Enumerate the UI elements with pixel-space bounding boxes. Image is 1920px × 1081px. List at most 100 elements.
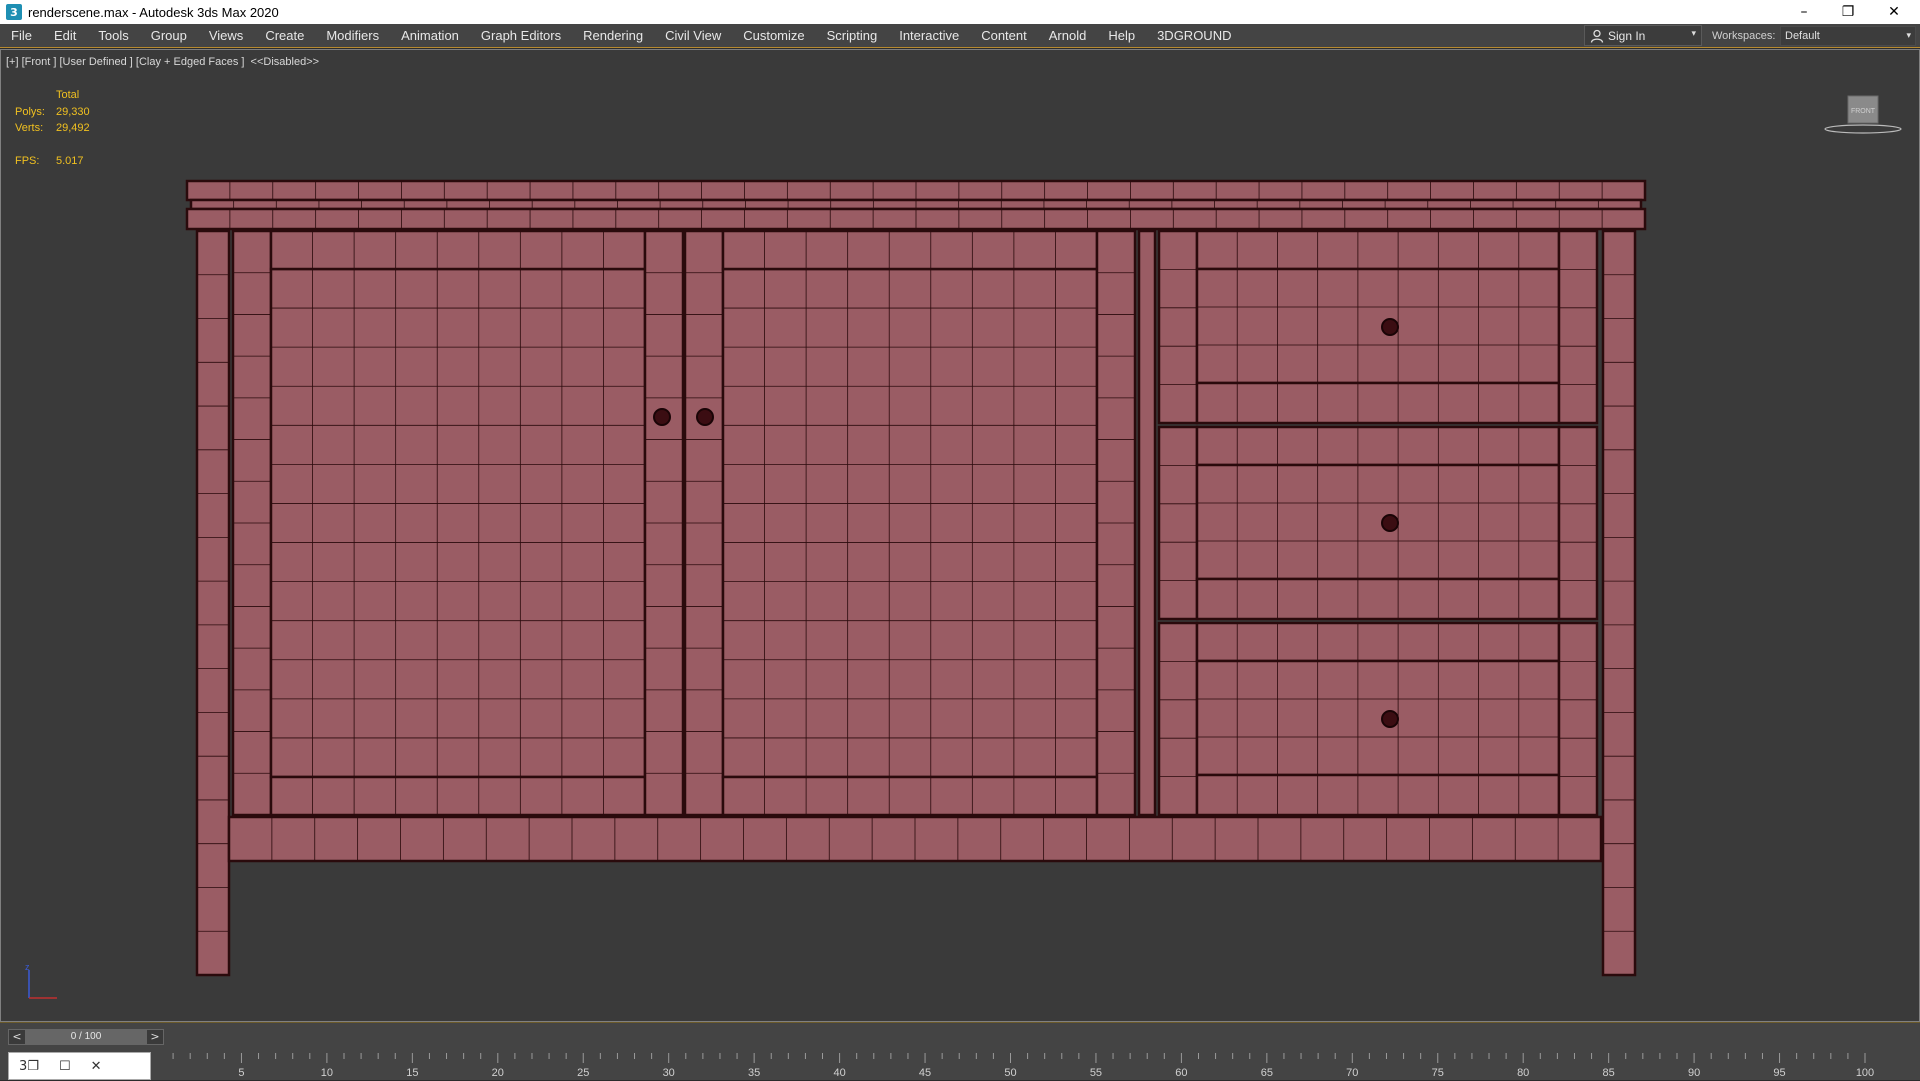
- menu-3dground[interactable]: 3DGROUND: [1146, 24, 1242, 48]
- minimized-window-bar: 3❐ ☐ ✕: [8, 1052, 151, 1080]
- right-door-inner-stile: [683, 229, 725, 817]
- title-bar: 3 renderscene.max - Autodesk 3ds Max 202…: [0, 0, 1920, 24]
- time-slider-value[interactable]: 0 / 100: [25, 1030, 147, 1044]
- 3dsmax-app-icon[interactable]: 3: [6, 4, 22, 20]
- previous-frame-button[interactable]: <: [9, 1030, 25, 1044]
- top-lower-slab: [185, 207, 1647, 231]
- timeline-tick-label: 80: [1517, 1067, 1529, 1079]
- menu-rendering[interactable]: Rendering: [572, 24, 654, 48]
- left-door-knob: [653, 408, 671, 426]
- right-leg: [1601, 229, 1637, 977]
- timeline-tick-label: 100: [1856, 1067, 1874, 1079]
- top-trim: [189, 198, 1643, 211]
- menu-scripting[interactable]: Scripting: [816, 24, 889, 48]
- drawer-3-panel: [1195, 659, 1561, 777]
- left-door-bottom-rail: [269, 775, 647, 817]
- timeline-tick-label: 45: [919, 1067, 931, 1079]
- drawer-3-left-stile: [1157, 621, 1199, 817]
- bottom-rail: [227, 815, 1603, 863]
- menu-modifiers[interactable]: Modifiers: [315, 24, 390, 48]
- drawer-1-panel: [1195, 267, 1561, 385]
- verts-value: 29,492: [56, 122, 90, 134]
- front-viewport[interactable]: [+] [Front ] [User Defined ] [Clay + Edg…: [0, 49, 1920, 1022]
- drawer-1-left-stile: [1157, 229, 1199, 425]
- drawer-1-top-rail: [1195, 229, 1561, 271]
- right-door-knob: [696, 408, 714, 426]
- timeline-tick-label: 25: [577, 1067, 589, 1079]
- viewcube-icon[interactable]: FRONT: [1823, 92, 1903, 136]
- timeline-tick-label: 40: [833, 1067, 845, 1079]
- polys-label: Polys:: [15, 106, 45, 118]
- sideboard-model[interactable]: [1, 50, 1920, 1022]
- fps-value: 5.017: [56, 155, 84, 167]
- timeline-tick-label: 65: [1261, 1067, 1273, 1079]
- restore-button[interactable]: ❐: [1826, 0, 1870, 24]
- drawer-2-left-stile: [1157, 425, 1199, 621]
- left-door-inner-stile: [643, 229, 685, 817]
- sign-in-label: Sign In: [1608, 28, 1646, 43]
- menu-edit[interactable]: Edit: [43, 24, 87, 48]
- timeline-tick-label: 55: [1090, 1067, 1102, 1079]
- menu-graph-editors[interactable]: Graph Editors: [470, 24, 572, 48]
- window-title: renderscene.max - Autodesk 3ds Max 2020: [28, 4, 279, 20]
- drawer-3-top-rail: [1195, 621, 1561, 663]
- timeline-tick-label: 85: [1603, 1067, 1615, 1079]
- minimize-button[interactable]: –: [1782, 0, 1826, 24]
- close-button[interactable]: ✕: [1872, 0, 1916, 24]
- menu-content[interactable]: Content: [970, 24, 1038, 48]
- chevron-down-icon[interactable]: ▾: [1691, 29, 1696, 39]
- menu-views[interactable]: Views: [198, 24, 254, 48]
- chevron-down-icon: ▾: [1906, 31, 1911, 41]
- menu-help[interactable]: Help: [1097, 24, 1146, 48]
- sign-in-button[interactable]: Sign In ▾: [1584, 25, 1702, 46]
- viewport-label-menu[interactable]: [+] [Front ] [User Defined ] [Clay + Edg…: [6, 56, 319, 68]
- menu-tools[interactable]: Tools: [87, 24, 139, 48]
- menu-group[interactable]: Group: [140, 24, 198, 48]
- verts-label: Verts:: [15, 122, 44, 134]
- maximize-icon[interactable]: ☐: [59, 1059, 71, 1074]
- viewcube-face-label: FRONT: [1851, 108, 1876, 115]
- timeline-track[interactable]: 5 10 15 20 25 30 35 40 45 50 55 60 65 70 75 80 85 90 95 100: [153, 1051, 1920, 1081]
- left-door-top-rail: [269, 229, 647, 271]
- right-door-top-rail: [721, 229, 1099, 271]
- menu-create[interactable]: Create: [254, 24, 315, 48]
- menu-animation[interactable]: Animation: [390, 24, 470, 48]
- next-frame-button[interactable]: >: [147, 1030, 163, 1044]
- drawer-2-right-stile: [1557, 425, 1599, 621]
- close-icon[interactable]: ✕: [91, 1059, 102, 1074]
- timeline-tick-label: 5: [238, 1067, 244, 1079]
- center-divider: [1137, 229, 1157, 817]
- menu-interactive[interactable]: Interactive: [888, 24, 970, 48]
- drawer-3-right-stile: [1557, 621, 1599, 817]
- time-slider[interactable]: < 0 / 100 >: [8, 1029, 164, 1045]
- drawer-3-knob: [1381, 710, 1399, 728]
- timeline-tick-label: 30: [663, 1067, 675, 1079]
- timeline-tick-label: 90: [1688, 1067, 1700, 1079]
- timeline-tick-label: 50: [1004, 1067, 1016, 1079]
- timeline-tick-label: 35: [748, 1067, 760, 1079]
- menu-file[interactable]: File: [0, 24, 43, 48]
- drawer-2-knob: [1381, 514, 1399, 532]
- timeline-tick-label: 75: [1432, 1067, 1444, 1079]
- drawer-2-panel: [1195, 463, 1561, 581]
- restore-app-icon[interactable]: 3❐: [19, 1059, 39, 1074]
- time-bar: < 0 / 100 > 5 10 15 20 25 30 35 40 45 50 55 60 65 70 7…: [0, 1022, 1920, 1080]
- drawer-3-bottom-rail: [1195, 773, 1561, 817]
- stats-header: Total: [56, 89, 80, 101]
- menu-civil-view[interactable]: Civil View: [654, 24, 732, 48]
- workspaces-value: Default: [1785, 30, 1820, 42]
- menu-customize[interactable]: Customize: [732, 24, 815, 48]
- timeline-tick-label: 10: [321, 1067, 333, 1079]
- timeline-tick-label: 70: [1346, 1067, 1358, 1079]
- timeline-tick-label: 95: [1773, 1067, 1785, 1079]
- menu-arnold[interactable]: Arnold: [1038, 24, 1098, 48]
- right-door-panel: [721, 267, 1099, 779]
- workspaces-label: Workspaces:: [1712, 30, 1776, 42]
- axis-z-label: z: [25, 962, 30, 972]
- fps-label: FPS:: [15, 155, 40, 167]
- timeline-tick-label: 15: [406, 1067, 418, 1079]
- left-door-panel: [269, 267, 647, 779]
- drawer-1-bottom-rail: [1195, 381, 1561, 425]
- left-door-outer-stile: [231, 229, 273, 817]
- workspaces-select[interactable]: Default ▾: [1780, 26, 1916, 46]
